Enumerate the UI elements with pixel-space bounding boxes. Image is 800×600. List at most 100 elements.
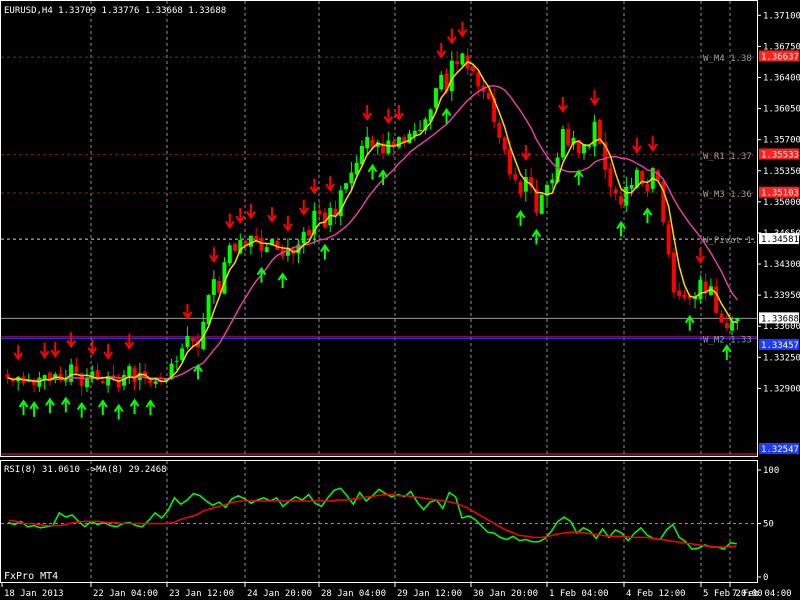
rsi-y-tick-label: 50 — [763, 520, 774, 530]
price-axis: 1.371001.367501.364001.360501.357001.353… — [757, 11, 800, 583]
buy-arrow — [45, 397, 55, 414]
sell-arrow — [103, 343, 113, 360]
symbol-header: EURUSD,H4 1.33709 1.33776 1.33668 1.3368… — [4, 6, 226, 16]
level-label: W_M2 1.33 — [703, 336, 752, 346]
candle-body — [560, 129, 565, 158]
rsi-y-tick-label: 100 — [763, 466, 779, 476]
sell-arrow — [246, 203, 256, 220]
x-tick-label: 18 Jan 2013 — [4, 589, 64, 599]
candle-body — [486, 92, 491, 99]
sell-arrow — [325, 176, 336, 192]
buy-arrow — [76, 401, 87, 418]
buy-arrow — [29, 401, 39, 417]
candle-body — [259, 237, 264, 251]
candle-body — [206, 295, 211, 325]
candle-body — [227, 245, 232, 264]
sell-arrow — [13, 344, 24, 361]
sell-arrow — [436, 42, 447, 59]
candle-body — [211, 279, 216, 295]
candle-body — [190, 338, 195, 342]
candle-body — [460, 53, 465, 65]
candle-body — [391, 141, 396, 148]
candle-body — [433, 88, 438, 108]
sell-arrow — [383, 108, 394, 125]
candle-body — [174, 360, 179, 362]
candle-body — [185, 335, 190, 347]
x-tick-label: 29 Jan 12:00 — [397, 589, 462, 599]
candle-body — [587, 145, 592, 147]
y-tick-label: 1.32900 — [763, 384, 800, 394]
candle-body — [254, 235, 259, 241]
candle-body — [153, 381, 158, 384]
sell-arrow — [589, 89, 600, 106]
buy-arrow — [113, 403, 124, 420]
candle-body — [84, 377, 89, 388]
buy-arrow — [642, 207, 653, 224]
buy-arrow — [97, 399, 108, 416]
candle-body — [613, 189, 618, 194]
candle-body — [624, 186, 629, 206]
sell-arrow — [632, 137, 642, 154]
sell-arrow — [124, 334, 135, 350]
candle-body — [217, 281, 222, 293]
candle-body — [439, 74, 444, 90]
candle-body — [344, 183, 349, 190]
sell-arrow — [446, 28, 457, 45]
main-panel-frame — [0, 0, 758, 457]
candle-body — [386, 140, 391, 154]
buy-arrow — [573, 169, 584, 185]
candle-body — [714, 286, 719, 313]
buy-arrow — [515, 210, 526, 226]
candle-body — [307, 229, 312, 236]
x-tick-label: 28 Jan 04:00 — [321, 589, 386, 599]
level-label: W_M4 1.38 — [703, 54, 752, 64]
candle-body — [645, 184, 650, 192]
chart-svg: W_M4 1.38 W_R1 1.37 W_M3 1.36 W_Pivot 1.3 W_… — [0, 0, 800, 599]
candle-body — [730, 321, 735, 331]
sell-arrow — [283, 216, 293, 232]
candle-body — [682, 294, 687, 298]
candle-body — [248, 235, 253, 247]
candle-body — [349, 172, 354, 184]
sell-arrow — [224, 213, 235, 230]
sell-arrow — [298, 200, 309, 216]
sell-arrow — [362, 105, 373, 121]
x-tick-label: 30 Jan 20:00 — [473, 589, 538, 599]
level-label: W_Pivot 1.3 — [703, 236, 763, 246]
y-tick-label: 1.35000 — [763, 198, 800, 208]
candle-body — [735, 318, 740, 322]
y-tick-label: 1.34300 — [763, 260, 800, 270]
sell-arrow — [558, 97, 568, 113]
y-tick-label: 1.35700 — [763, 136, 800, 146]
sell-arrow — [39, 343, 50, 359]
moving-averages — [7, 60, 738, 383]
candle-body — [550, 179, 555, 184]
sell-arrow — [309, 178, 320, 195]
buy-arrow — [18, 399, 29, 416]
candle-body — [608, 168, 613, 187]
time-axis: 18 Jan 2013 22 Jan 04:00 23 Jan 12:00 24 Ja… — [1, 583, 792, 599]
candle-body — [301, 232, 306, 244]
x-tick-label: 1 Feb 04:00 — [549, 589, 609, 599]
price-tag-label: 1.32547 — [761, 445, 799, 455]
candle-body — [264, 247, 269, 252]
rsi-y-tick-label: 0 — [763, 573, 768, 583]
candle-body — [619, 196, 624, 205]
candle-body — [365, 137, 370, 149]
sell-arrow — [647, 136, 658, 152]
signal-arrows — [13, 21, 732, 420]
price-tag-label: 1.36637 — [761, 52, 799, 62]
candle-body — [539, 194, 544, 214]
candle-body — [502, 137, 507, 151]
sell-arrow — [521, 144, 531, 161]
sell-arrow — [235, 208, 246, 224]
candle-body — [233, 243, 238, 251]
y-tick-label: 1.35350 — [763, 167, 800, 177]
sell-arrow — [457, 21, 468, 38]
price-tag-label: 1.34581 — [761, 235, 799, 245]
buy-arrow — [367, 163, 378, 180]
y-tick-label: 1.36050 — [763, 105, 800, 115]
y-tick-label: 1.33250 — [763, 353, 800, 363]
candle-body — [497, 122, 502, 138]
sell-arrow — [66, 332, 76, 349]
